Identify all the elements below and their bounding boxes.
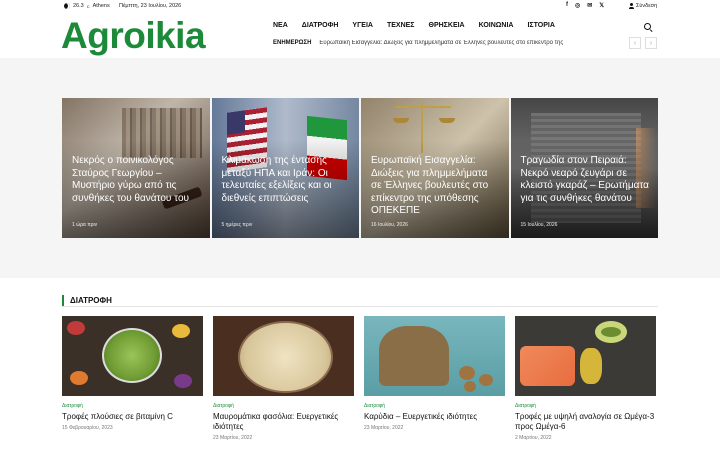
- mail-icon[interactable]: ✉: [587, 2, 592, 9]
- post-title[interactable]: Τροφές πλούσιες σε βιταμίνη C: [62, 412, 203, 422]
- post-title[interactable]: Τροφές με υψηλή αναλογία σε Ωμέγα-3 προς…: [515, 412, 656, 432]
- post-date: 23 Μαρτίου, 2022: [213, 435, 253, 441]
- nav-item-koinonia[interactable]: ΚΟΙΝΩΝΙΑ: [472, 22, 521, 29]
- nav-item-diatrofi[interactable]: ΔΙΑΤΡΟΦΗ: [295, 22, 346, 29]
- ticker-next-button[interactable]: ›: [645, 37, 657, 49]
- hero-title[interactable]: Ευρωπαϊκή Εισαγγελία: Διώξεις για πλημμε…: [371, 155, 501, 218]
- hero-date: 1 ώρα πριν: [72, 222, 98, 228]
- top-bar: 26.3 C Athens Πέμπτη, 23 Ιουλίου, 2026 f …: [0, 0, 720, 12]
- hero-card[interactable]: Τραγωδία στον Πειραιά: Νεκρό νεαρό ζευγά…: [510, 98, 658, 238]
- search-icon[interactable]: [644, 23, 653, 33]
- hero-title[interactable]: Νεκρός ο ποινικολόγος Σταύρος Γεωργίου –…: [72, 155, 202, 205]
- nutrition-section: ΔΙΑΤΡΟΦΗ Διατροφή Τροφές πλούσιες σε βιτ…: [0, 278, 720, 450]
- post-card: Διατροφή Τροφές πλούσιες σε βιταμίνη C 1…: [62, 316, 203, 441]
- user-icon: [628, 3, 634, 9]
- temperature: 26.3: [73, 3, 84, 9]
- moon-icon: [64, 3, 70, 9]
- post-title[interactable]: Καρύδια – Ευεργετικές ιδιότητες: [364, 412, 505, 422]
- hero-date: 5 ημέρες πριν: [221, 222, 253, 228]
- post-category[interactable]: Διατροφή: [213, 403, 354, 409]
- post-category[interactable]: Διατροφή: [515, 403, 656, 409]
- weather-widget: 26.3 C Athens: [64, 3, 110, 9]
- current-date: Πέμπτη, 23 Ιουλίου, 2026: [119, 3, 182, 9]
- ticker-label: ΕΝΗΜΕΡΩΣΗ: [273, 40, 312, 46]
- post-card: Διατροφή Μαυρομάτικα φασόλια: Ευεργετικέ…: [213, 316, 354, 441]
- site-header: Agroikia ΝΕΑ ΔΙΑΤΡΟΦΗ ΥΓΕΙΑ ΤΕΧΝΕΣ ΘΡΗΣΚ…: [0, 12, 720, 58]
- hero-card[interactable]: Κλιμάκωση της έντασης μεταξύ ΗΠΑ και Ιρά…: [211, 98, 359, 238]
- hero-card[interactable]: Ευρωπαϊκή Εισαγγελία: Διώξεις για πλημμε…: [361, 98, 509, 238]
- degree-unit: C: [86, 3, 90, 9]
- social-links: f ◎ ✉ 𝕏: [566, 2, 604, 9]
- instagram-icon[interactable]: ◎: [575, 2, 580, 9]
- facebook-icon[interactable]: f: [566, 2, 568, 9]
- nav-item-istoria[interactable]: ΙΣΤΟΡΙΑ: [520, 22, 561, 29]
- site-logo[interactable]: Agroikia: [61, 16, 206, 56]
- post-date: 15 Φεβρουαρίου, 2023: [62, 425, 113, 431]
- hero-title[interactable]: Κλιμάκωση της έντασης μεταξύ ΗΠΑ και Ιρά…: [222, 155, 352, 205]
- post-thumbnail[interactable]: [364, 316, 505, 396]
- post-grid: Διατροφή Τροφές πλούσιες σε βιταμίνη C 1…: [62, 316, 658, 441]
- post-title[interactable]: Μαυρομάτικα φασόλια: Ευεργετικές ιδιότητ…: [213, 412, 354, 432]
- hero-date: 15 Ιουλίου, 2026: [520, 222, 558, 228]
- login-link[interactable]: Σύνδεση: [628, 3, 657, 9]
- ticker-controls: ‹ ›: [629, 37, 657, 49]
- post-category[interactable]: Διατροφή: [62, 403, 203, 409]
- section-divider: [62, 306, 658, 307]
- post-thumbnail[interactable]: [515, 316, 656, 396]
- ticker-headline[interactable]: Ευρωπαϊκή Εισαγγελία: Διώξεις για πλημμε…: [319, 40, 599, 46]
- post-card: Διατροφή Τροφές με υψηλή αναλογία σε Ωμέ…: [515, 316, 656, 441]
- post-thumbnail[interactable]: [213, 316, 354, 396]
- nav-item-nea[interactable]: ΝΕΑ: [266, 22, 295, 29]
- post-date: 2 Μαρτίου, 2022: [515, 435, 552, 441]
- hero-title[interactable]: Τραγωδία στον Πειραιά: Νεκρό νεαρό ζευγά…: [521, 155, 651, 205]
- main-nav: ΝΕΑ ΔΙΑΤΡΟΦΗ ΥΓΕΙΑ ΤΕΧΝΕΣ ΘΡΗΣΚΕΙΑ ΚΟΙΝΩ…: [266, 22, 562, 29]
- post-date: 23 Μαρτίου, 2022: [364, 425, 404, 431]
- news-ticker: ΕΝΗΜΕΡΩΣΗ Ευρωπαϊκή Εισαγγελία: Διώξεις …: [273, 40, 599, 46]
- nav-item-ygeia[interactable]: ΥΓΕΙΑ: [345, 22, 380, 29]
- nav-item-thriskeia[interactable]: ΘΡΗΣΚΕΙΑ: [422, 22, 472, 29]
- hero-date: 16 Ιουλίου, 2026: [371, 222, 408, 228]
- section-heading[interactable]: ΔΙΑΤΡΟΦΗ: [62, 295, 112, 306]
- city: Athens: [92, 3, 110, 9]
- hero-grid: Νεκρός ο ποινικολόγος Σταύρος Γεωργίου –…: [62, 98, 658, 238]
- post-category[interactable]: Διατροφή: [364, 403, 505, 409]
- post-card: Διατροφή Καρύδια – Ευεργετικές ιδιότητες…: [364, 316, 505, 441]
- login-label: Σύνδεση: [636, 3, 658, 9]
- hero-card[interactable]: Νεκρός ο ποινικολόγος Σταύρος Γεωργίου –…: [62, 98, 210, 238]
- nav-item-texnes[interactable]: ΤΕΧΝΕΣ: [380, 22, 422, 29]
- ticker-prev-button[interactable]: ‹: [629, 37, 641, 49]
- post-thumbnail[interactable]: [62, 316, 203, 396]
- x-twitter-icon[interactable]: 𝕏: [599, 2, 604, 9]
